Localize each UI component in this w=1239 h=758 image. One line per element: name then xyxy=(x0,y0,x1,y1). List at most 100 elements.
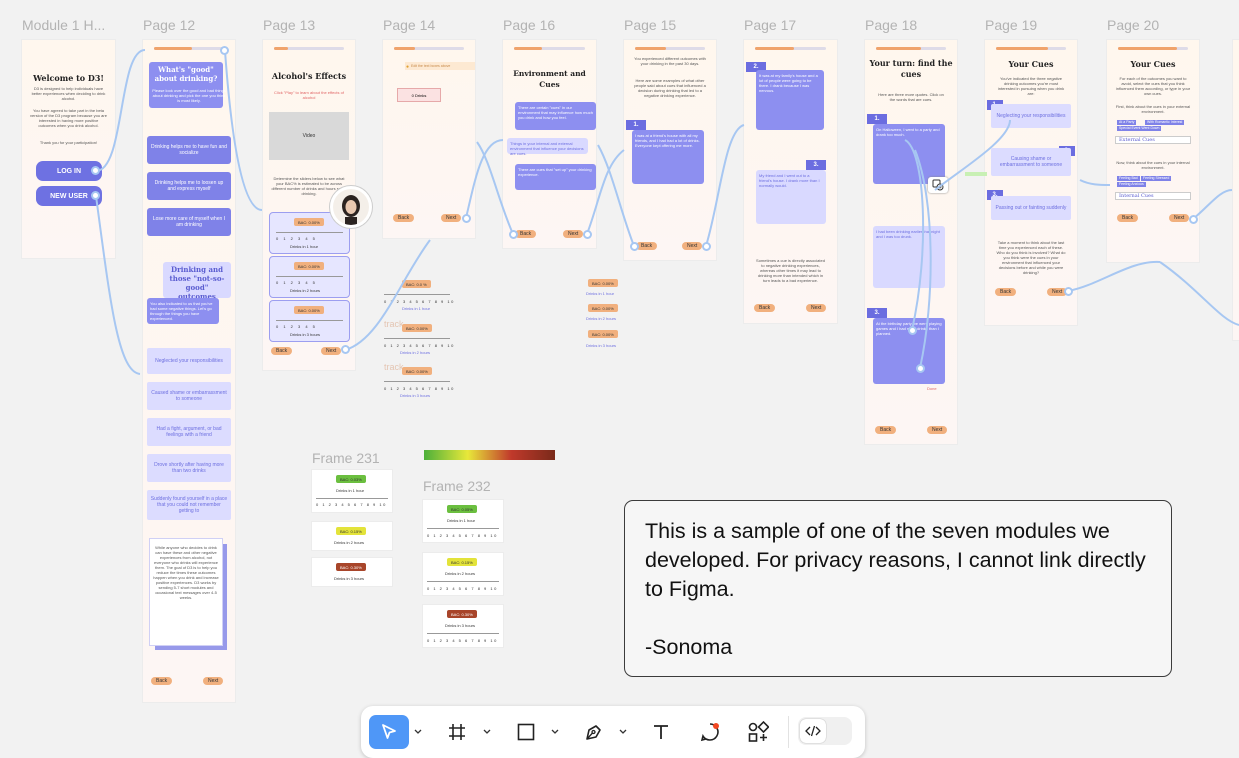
frame-232-a[interactable]: BAC: 0.05% Drinks in 1 hour 0 1 2 3 4 5 … xyxy=(423,500,503,542)
frame-232-c[interactable]: BAC: 0.30% Drinks in 3 hours 0 1 2 3 4 5… xyxy=(423,605,503,647)
cue-chip-3[interactable]: Special Event Went Down xyxy=(1117,126,1162,131)
frame-label-page-19[interactable]: Page 19 xyxy=(985,17,1037,33)
frame-231-b[interactable]: BAC: 0.15% Drinks in 2 hours xyxy=(312,522,392,550)
cue-chip-2[interactable]: With Romantic Interest xyxy=(1145,120,1185,125)
frame-page-17[interactable]: 2. It was at my family's house and a lot… xyxy=(744,40,837,323)
bac-widget-3[interactable]: BAC: 0.00% 0 1 2 3 4 5 Drinks in 3 hours xyxy=(269,300,350,342)
back-button[interactable]: Back xyxy=(271,347,293,355)
connection-node[interactable] xyxy=(916,364,925,373)
outcome-shame[interactable]: Causing shame or embarrassment to someon… xyxy=(991,148,1071,176)
external-cues-select[interactable]: External Cues xyxy=(1115,136,1191,144)
option-loosen-up[interactable]: Drinking helps me to loosen up and expre… xyxy=(147,172,231,200)
frame-page-15[interactable]: You experienced different outcomes with … xyxy=(624,40,716,260)
chevron-down-icon[interactable] xyxy=(550,726,560,736)
back-button[interactable]: Back xyxy=(636,242,658,250)
connection-node[interactable] xyxy=(630,242,639,251)
pen-tool-button[interactable] xyxy=(574,715,614,749)
shape-tool-button[interactable] xyxy=(506,715,546,749)
frame-231-c[interactable]: BAC: 0.30% Drinks in 3 hours xyxy=(312,558,392,586)
back-button[interactable]: Back xyxy=(1117,214,1139,222)
back-button[interactable]: Back xyxy=(754,304,776,312)
next-button[interactable]: Next xyxy=(927,426,948,434)
back-button[interactable]: Back xyxy=(515,230,537,238)
bac-widget-2[interactable]: BAC: 0.00% 0 1 2 3 4 5 Drinks in 2 hours xyxy=(269,256,350,298)
collaborator-avatar[interactable] xyxy=(330,186,372,228)
quote-bubble-2[interactable]: I had been drinking earlier that night a… xyxy=(873,226,945,288)
connection-node[interactable] xyxy=(220,46,229,55)
neg-drove[interactable]: Drove shortly after having more than two… xyxy=(147,454,231,482)
frame-page-18[interactable]: Your turn: find the cues Here are three … xyxy=(865,40,957,444)
frame-label-page-20[interactable]: Page 20 xyxy=(1107,17,1159,33)
next-button[interactable]: Next xyxy=(1169,214,1190,222)
connection-node[interactable] xyxy=(462,214,471,223)
cue-chip-1[interactable]: At a Party xyxy=(1117,120,1137,125)
back-button[interactable]: Back xyxy=(151,677,173,685)
frame-tool-button[interactable] xyxy=(437,715,477,749)
frame-module-1[interactable]: Welcome to D3! D3 is designed to help in… xyxy=(22,40,115,258)
neg-fight[interactable]: Had a fight, argument, or bad feelings w… xyxy=(147,418,231,446)
connection-node[interactable] xyxy=(91,191,100,200)
dev-mode-toggle[interactable] xyxy=(798,717,852,745)
comment-tool-button[interactable] xyxy=(690,715,730,749)
drinks-input[interactable]: 0 Drinks xyxy=(397,88,441,102)
chevron-down-icon[interactable] xyxy=(482,726,492,736)
connection-node[interactable] xyxy=(583,230,592,239)
back-button[interactable]: Back xyxy=(875,426,897,434)
frame-label-page-16[interactable]: Page 16 xyxy=(503,17,555,33)
frame-offscreen[interactable] xyxy=(1233,40,1239,340)
internal-cues-select[interactable]: Internal Cues xyxy=(1115,192,1191,200)
frame-page-16[interactable]: Environment and Cues There are certain "… xyxy=(503,40,596,248)
option-fun-socialize[interactable]: Drinking helps me to have fun and social… xyxy=(147,136,231,164)
connection-node[interactable] xyxy=(1189,215,1198,224)
quote-bubble-1[interactable]: On Halloween, I went to a party and dran… xyxy=(873,124,945,184)
frame-232-b[interactable]: BAC: 0.15% Drinks in 2 hours 0 1 2 3 4 5… xyxy=(423,553,503,595)
resources-tool-button[interactable] xyxy=(738,715,778,749)
frame-label-page-17[interactable]: Page 17 xyxy=(744,17,796,33)
next-button[interactable]: Next xyxy=(806,304,827,312)
neg-responsibilities[interactable]: Neglected your responsibilities xyxy=(147,348,231,374)
frame-label-page-15[interactable]: Page 15 xyxy=(624,17,676,33)
next-button[interactable]: Next xyxy=(321,347,342,355)
frame-page-19[interactable]: Your Cues You've indicated the three neg… xyxy=(985,40,1077,325)
cue-chip-4[interactable]: Feeling Bad xyxy=(1117,176,1140,181)
page-18-title: Your turn: find the cues xyxy=(869,58,953,79)
frame-page-12[interactable]: What's "good" about drinking? Please loo… xyxy=(143,40,235,702)
next-button[interactable]: Next xyxy=(203,677,224,685)
chevron-down-icon[interactable] xyxy=(618,726,628,736)
frame-label-page-12[interactable]: Page 12 xyxy=(143,17,195,33)
next-button[interactable]: Next xyxy=(682,242,703,250)
outcome-passing-out[interactable]: Passing out or fainting suddenly xyxy=(991,196,1071,220)
frame-page-14[interactable]: Edit the text boxes above ● 0 Drinks Bac… xyxy=(383,40,475,238)
text-tool-button[interactable] xyxy=(641,715,681,749)
frame-label-page-14[interactable]: Page 14 xyxy=(383,17,435,33)
connection-node[interactable] xyxy=(1064,287,1073,296)
add-component-icon[interactable] xyxy=(928,177,948,193)
connection-node[interactable] xyxy=(702,242,711,251)
sample-note[interactable]: This is a sample of one of the seven mod… xyxy=(624,500,1172,677)
outcome-responsibilities[interactable]: Neglecting your responsibilities xyxy=(991,104,1071,128)
connection-node[interactable] xyxy=(91,166,100,175)
back-button[interactable]: Back xyxy=(995,288,1017,296)
neg-blackout[interactable]: Suddenly found yourself in a place that … xyxy=(147,490,231,520)
next-button[interactable]: Next xyxy=(441,214,462,222)
move-tool-button[interactable] xyxy=(369,715,409,749)
video-placeholder[interactable]: Video xyxy=(269,112,349,160)
connection-node[interactable] xyxy=(341,345,350,354)
connection-node[interactable] xyxy=(908,326,917,335)
frame-231-a[interactable]: BAC: 0.03% Drinks in 1 hour 0 1 2 3 4 5 … xyxy=(312,470,392,512)
back-button[interactable]: Back xyxy=(393,214,415,222)
option-lose-care[interactable]: Lose more care of myself when I am drink… xyxy=(147,208,231,236)
neg-shame[interactable]: Caused shame or embarrassment to someone xyxy=(147,382,231,410)
frame-label-module[interactable]: Module 1 H... xyxy=(22,17,105,33)
connection-node[interactable] xyxy=(509,230,518,239)
cue-chip-5[interactable]: Feeling Stressed xyxy=(1141,176,1172,181)
chevron-down-icon[interactable] xyxy=(413,726,423,736)
frame-label-page-13[interactable]: Page 13 xyxy=(263,17,315,33)
frame-label-page-18[interactable]: Page 18 xyxy=(865,17,917,33)
frame-page-20[interactable]: Your Cues For each of the outcomes you w… xyxy=(1107,40,1199,262)
frame-label-232[interactable]: Frame 232 xyxy=(423,478,491,494)
next-button[interactable]: Next xyxy=(563,230,584,238)
frame-label-231[interactable]: Frame 231 xyxy=(312,450,380,466)
cue-chip-6[interactable]: Feeling Anxious xyxy=(1117,182,1146,187)
bac-gradient-swatch[interactable] xyxy=(424,450,555,460)
